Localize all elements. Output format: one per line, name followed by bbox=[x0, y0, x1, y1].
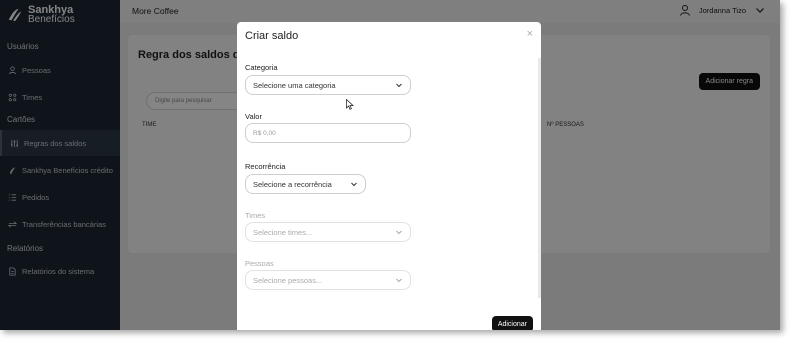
times-value: Selecione times... bbox=[253, 227, 313, 237]
valor-placeholder: R$ 0,00 bbox=[253, 129, 276, 137]
create-balance-modal: Criar saldo × Categoria Selecione uma ca… bbox=[237, 22, 541, 330]
recorrencia-label: Recorrência bbox=[245, 162, 286, 171]
chevron-down-icon bbox=[351, 182, 357, 187]
add-button[interactable]: Adicionar bbox=[491, 316, 533, 330]
times-select[interactable]: Selecione times... bbox=[245, 222, 411, 242]
modal-scrollbar[interactable] bbox=[538, 58, 541, 298]
chevron-down-icon bbox=[396, 278, 402, 283]
valor-label: Valor bbox=[245, 112, 262, 121]
times-label: Times bbox=[245, 211, 266, 220]
mouse-cursor-icon bbox=[346, 99, 354, 110]
chevron-down-icon bbox=[396, 83, 402, 88]
recorrencia-select[interactable]: Selecione a recorrência bbox=[245, 174, 366, 194]
recorrencia-value: Selecione a recorrência bbox=[253, 179, 332, 189]
close-icon[interactable]: × bbox=[527, 28, 533, 40]
modal-title: Criar saldo bbox=[245, 30, 299, 42]
pessoas-value: Selecione pessoas... bbox=[253, 275, 323, 285]
pessoas-label: Pessoas bbox=[245, 259, 274, 268]
app-window: Sankhya Benefícios Usuários Pessoas Time… bbox=[0, 0, 780, 330]
chevron-down-icon bbox=[396, 230, 402, 235]
categoria-label: Categoria bbox=[245, 63, 278, 72]
categoria-value: Selecione uma categoria bbox=[253, 80, 336, 90]
valor-input[interactable]: R$ 0,00 bbox=[245, 123, 411, 143]
pessoas-select[interactable]: Selecione pessoas... bbox=[245, 270, 411, 290]
categoria-select[interactable]: Selecione uma categoria bbox=[245, 75, 411, 95]
